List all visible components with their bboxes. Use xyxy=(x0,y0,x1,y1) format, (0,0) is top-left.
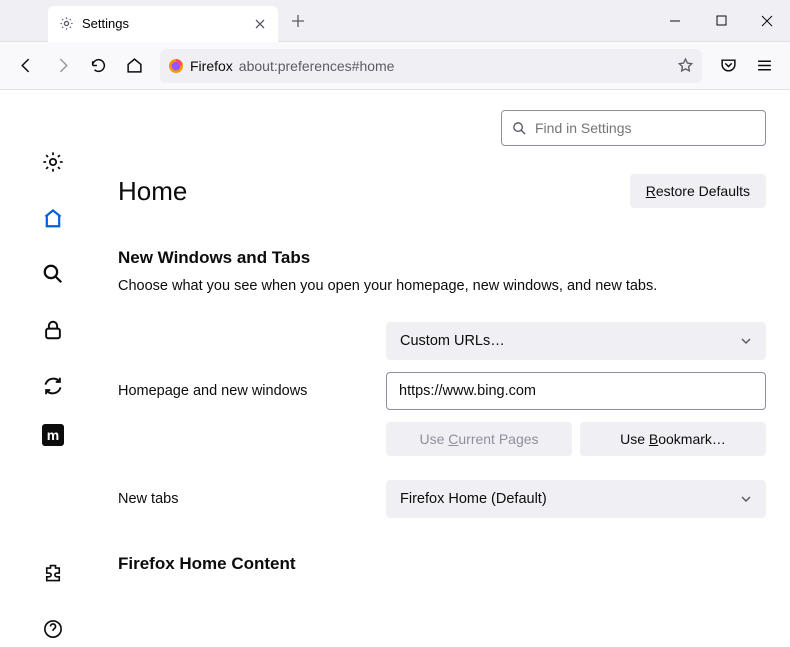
page-title: Home xyxy=(118,176,187,207)
url-bar[interactable]: Firefox about:preferences#home xyxy=(160,49,702,83)
titlebar: Settings xyxy=(0,0,790,42)
use-current-pages-button: Use Current Pages xyxy=(386,422,572,456)
homepage-mode-select[interactable]: Custom URLs… xyxy=(386,322,766,360)
firefox-icon xyxy=(168,58,184,74)
select-value: Custom URLs… xyxy=(400,333,505,349)
chevron-down-icon xyxy=(740,493,752,505)
star-icon[interactable] xyxy=(677,57,694,74)
sidebar-item-help[interactable] xyxy=(35,611,71,647)
m-label: m xyxy=(47,427,59,443)
use-bookmark-button[interactable]: Use Bookmark… xyxy=(580,422,766,456)
section-desc: Choose what you see when you open your h… xyxy=(118,278,766,294)
restore-defaults-button[interactable]: Restore Defaults xyxy=(630,174,766,208)
window-controls xyxy=(652,0,790,42)
close-window-button[interactable] xyxy=(744,0,790,42)
chevron-down-icon xyxy=(740,335,752,347)
tab-title: Settings xyxy=(82,16,244,31)
select-value: Firefox Home (Default) xyxy=(400,491,547,507)
urlbar-prefix: Firefox xyxy=(190,58,233,74)
homepage-label: Homepage and new windows xyxy=(118,383,358,399)
reload-button[interactable] xyxy=(82,50,114,82)
section-title-windows-tabs: New Windows and Tabs xyxy=(118,248,766,268)
homepage-url-input[interactable] xyxy=(386,372,766,410)
sidebar-item-sync[interactable] xyxy=(35,368,71,404)
forward-button xyxy=(46,50,78,82)
pocket-icon[interactable] xyxy=(712,50,744,82)
menu-button[interactable] xyxy=(748,50,780,82)
sidebar-item-search[interactable] xyxy=(35,256,71,292)
sidebar: m xyxy=(0,90,106,647)
close-icon[interactable] xyxy=(252,16,268,32)
main-panel: Home Restore Defaults New Windows and Ta… xyxy=(106,90,790,647)
maximize-button[interactable] xyxy=(698,0,744,42)
sidebar-item-general[interactable] xyxy=(35,144,71,180)
section-title-home-content: Firefox Home Content xyxy=(118,554,766,574)
toolbar: Firefox about:preferences#home xyxy=(0,42,790,90)
search-input[interactable] xyxy=(535,120,755,136)
newtabs-label: New tabs xyxy=(118,491,358,507)
sidebar-item-more[interactable]: m xyxy=(42,424,64,446)
newtabs-select[interactable]: Firefox Home (Default) xyxy=(386,480,766,518)
home-button[interactable] xyxy=(118,50,150,82)
gear-icon xyxy=(58,16,74,32)
search-icon xyxy=(512,121,527,136)
new-tab-button[interactable] xyxy=(282,5,314,37)
minimize-button[interactable] xyxy=(652,0,698,42)
search-settings-box[interactable] xyxy=(501,110,766,146)
sidebar-item-home[interactable] xyxy=(35,200,71,236)
sidebar-item-extensions[interactable] xyxy=(35,555,71,591)
urlbar-url: about:preferences#home xyxy=(239,58,671,74)
back-button[interactable] xyxy=(10,50,42,82)
browser-tab[interactable]: Settings xyxy=(48,6,278,42)
sidebar-item-privacy[interactable] xyxy=(35,312,71,348)
content: m Home Restore Defaults New Windows and … xyxy=(0,90,790,647)
